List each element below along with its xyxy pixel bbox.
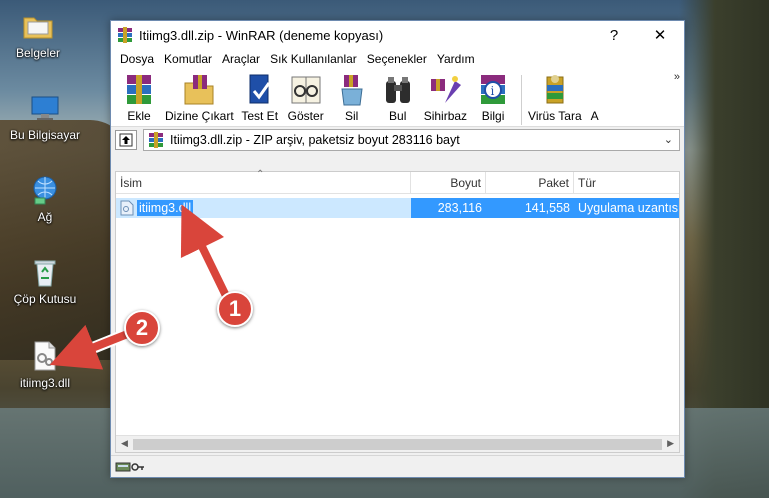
step-badge-1: 1 xyxy=(217,291,253,327)
step-badge-2: 2 xyxy=(124,310,160,346)
annotation-arrows xyxy=(49,204,234,370)
